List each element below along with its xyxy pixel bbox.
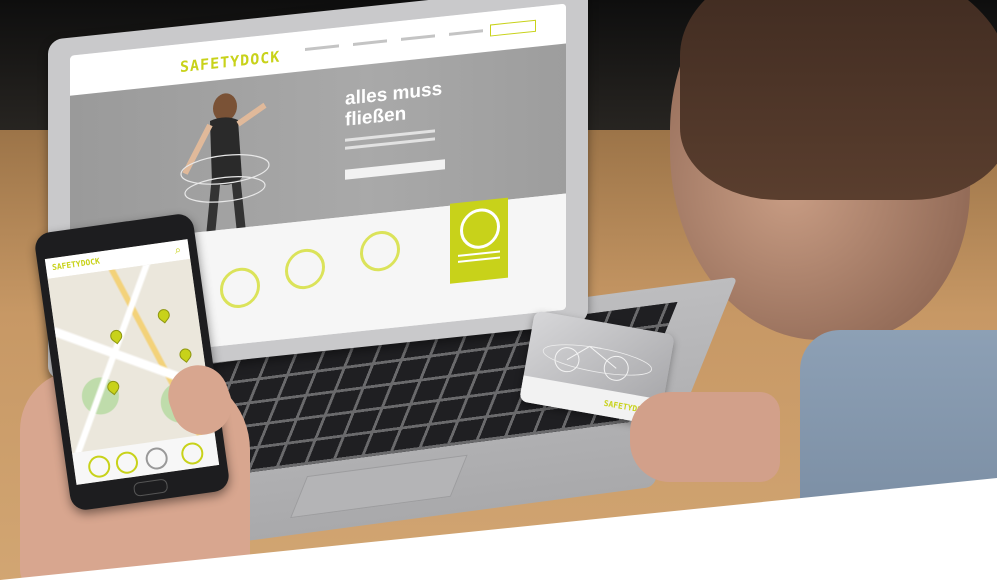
hero-woman-figure [180,93,270,241]
right-hand [630,392,780,482]
phone-app-logo: SAFETYDOCK [51,256,101,273]
feature-highlight-box [450,197,508,284]
nav-link [305,44,339,51]
hero-search-input [345,159,445,180]
map-pin-icon [104,378,122,396]
nav-link [353,39,387,46]
website-logo: SAFETYDOCK [180,48,280,77]
nav-link [401,34,435,41]
phone-screen: SAFETYDOCK ⌕ [44,239,220,485]
phone-nav-button [179,441,205,466]
website-logo-text: SAFETYDOCK [180,47,281,77]
laptop-trackpad [290,454,468,519]
photo-scene: SAFETYDOCK alles muss fließen SAFETYDOCK… [0,0,997,580]
map-pin-icon [177,346,194,363]
hero-title: alles muss fließen [345,79,442,131]
hero-subtitle [345,129,435,154]
phone-nav-button [86,454,112,480]
feature-circle [220,265,260,310]
website-nav-cta [490,19,536,37]
feature-circle [285,246,325,292]
nav-link [449,29,483,36]
feature-circle [360,229,400,274]
feature-label [458,250,500,266]
map-pin-icon [155,306,173,324]
feature-ring [460,206,500,251]
phone-nav-button [144,446,170,471]
website-nav-links [305,29,483,51]
map-pin-icon [107,327,125,345]
person-hair [680,0,997,200]
search-icon: ⌕ [173,244,182,257]
phone-home-button [132,478,169,497]
phone-nav-button [114,450,140,476]
